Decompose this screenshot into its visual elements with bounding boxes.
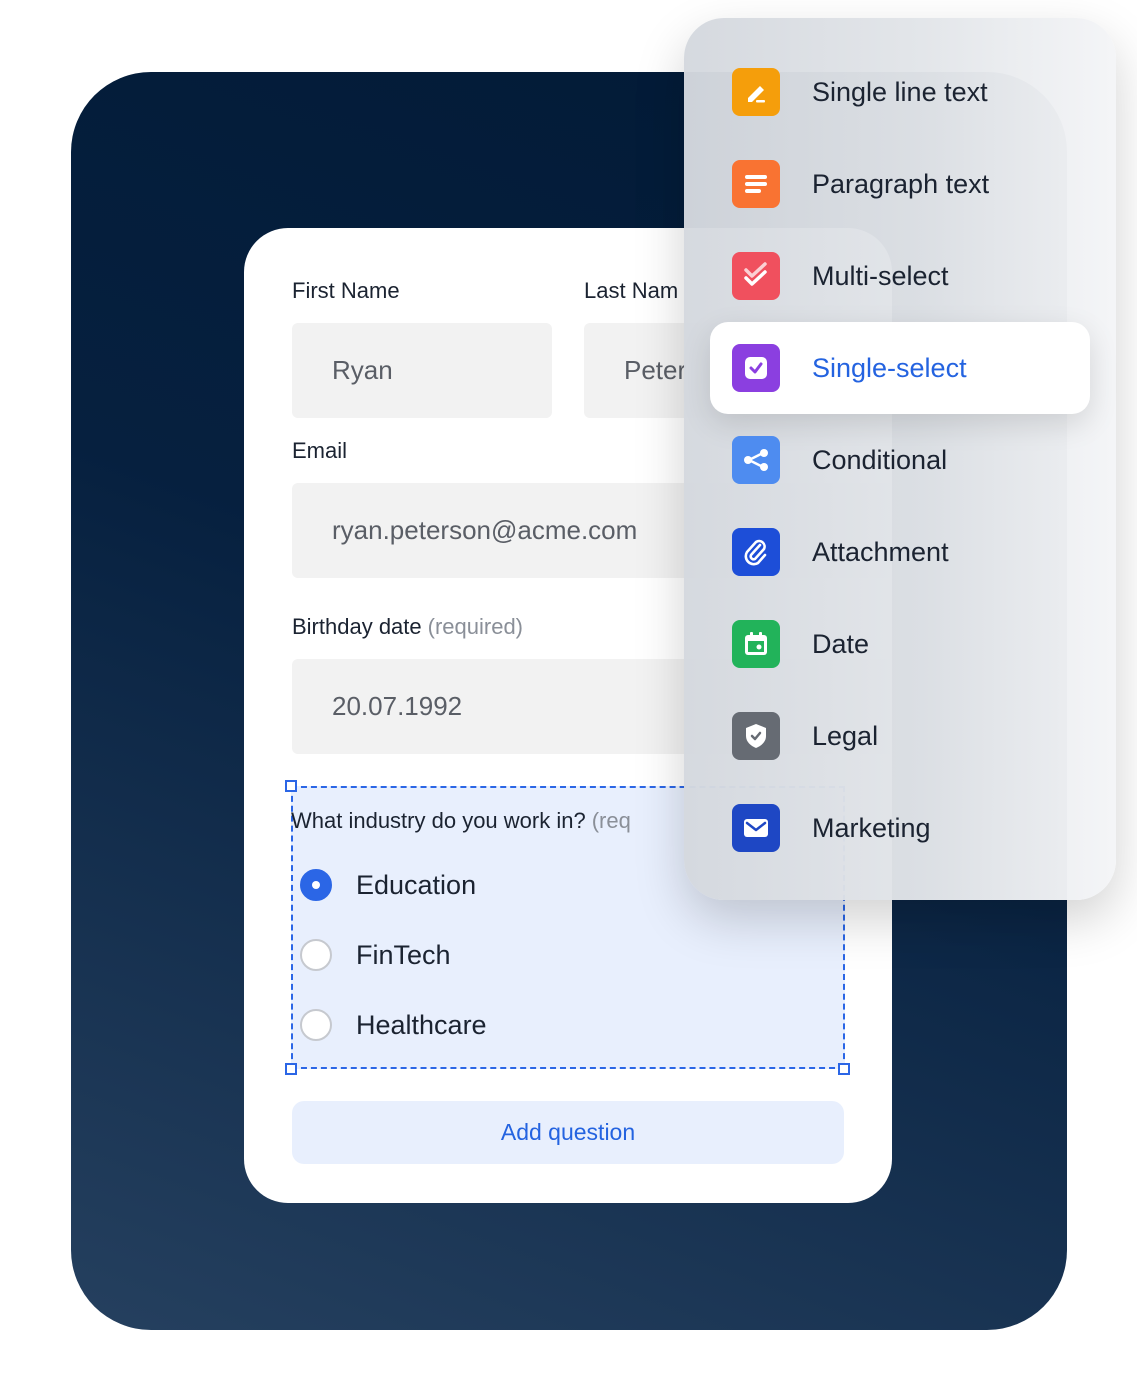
paragraph-icon <box>732 160 780 208</box>
question-title: What industry do you work in? (req <box>291 808 631 834</box>
birthday-label: Birthday date (required) <box>292 614 523 640</box>
first-name-value: Ryan <box>332 355 393 385</box>
radio-label: Education <box>356 869 477 900</box>
menu-item-label: Single-select <box>812 352 967 383</box>
radio-label: Healthcare <box>356 1009 487 1040</box>
radio-button[interactable] <box>300 1009 332 1041</box>
pencil-icon <box>732 68 780 116</box>
menu-item-marketing[interactable]: Marketing <box>710 782 1090 874</box>
field-type-menu: Single line text Paragraph text Multi-se… <box>684 18 1116 900</box>
menu-item-single-line-text[interactable]: Single line text <box>710 46 1090 138</box>
resize-handle-bottom-right[interactable] <box>838 1063 850 1075</box>
menu-item-label: Conditional <box>812 444 948 475</box>
menu-item-paragraph-text[interactable]: Paragraph text <box>710 138 1090 230</box>
calendar-icon <box>732 620 780 668</box>
menu-item-attachment[interactable]: Attachment <box>710 506 1090 598</box>
menu-item-label: Attachment <box>812 536 949 567</box>
radio-option-healthcare[interactable]: Healthcare <box>300 1008 487 1042</box>
share-nodes-icon <box>732 436 780 484</box>
double-check-icon <box>732 252 780 300</box>
shield-icon <box>732 712 780 760</box>
birthday-value: 20.07.1992 <box>332 691 463 721</box>
birthday-label-text: Birthday date <box>292 614 422 639</box>
resize-handle-bottom-left[interactable] <box>285 1063 297 1075</box>
email-label: Email <box>292 438 348 463</box>
question-required-note: (req <box>591 808 631 833</box>
radio-option-education[interactable]: Education <box>300 868 476 902</box>
first-name-label: First Name <box>292 278 400 303</box>
email-value: ryan.peterson@acme.com <box>332 515 638 545</box>
menu-item-conditional[interactable]: Conditional <box>710 414 1090 506</box>
paperclip-icon <box>732 528 780 576</box>
radio-button[interactable] <box>300 869 332 901</box>
menu-item-label: Single line text <box>812 76 988 107</box>
menu-item-date[interactable]: Date <box>710 598 1090 690</box>
menu-item-multi-select[interactable]: Multi-select <box>710 230 1090 322</box>
menu-item-single-select[interactable]: Single-select <box>710 322 1090 414</box>
birthday-required-note: (required) <box>427 614 524 639</box>
menu-item-label: Legal <box>812 720 879 751</box>
radio-label: FinTech <box>356 939 451 970</box>
radio-button[interactable] <box>300 939 332 971</box>
last-name-value: Peter <box>624 355 687 385</box>
question-text: What industry do you work in? <box>291 808 586 833</box>
checkbox-icon <box>732 344 780 392</box>
first-name-field[interactable]: Ryan <box>292 323 552 418</box>
menu-item-label: Date <box>812 628 870 659</box>
menu-item-legal[interactable]: Legal <box>710 690 1090 782</box>
menu-item-label: Multi-select <box>812 260 949 291</box>
add-question-button[interactable]: Add question <box>292 1101 844 1164</box>
resize-handle-top-left[interactable] <box>285 780 297 792</box>
menu-item-label: Marketing <box>812 812 931 843</box>
envelope-icon <box>732 804 780 852</box>
radio-option-fintech[interactable]: FinTech <box>300 938 451 972</box>
menu-item-label: Paragraph text <box>812 168 990 199</box>
last-name-label: Last Nam <box>584 278 679 303</box>
